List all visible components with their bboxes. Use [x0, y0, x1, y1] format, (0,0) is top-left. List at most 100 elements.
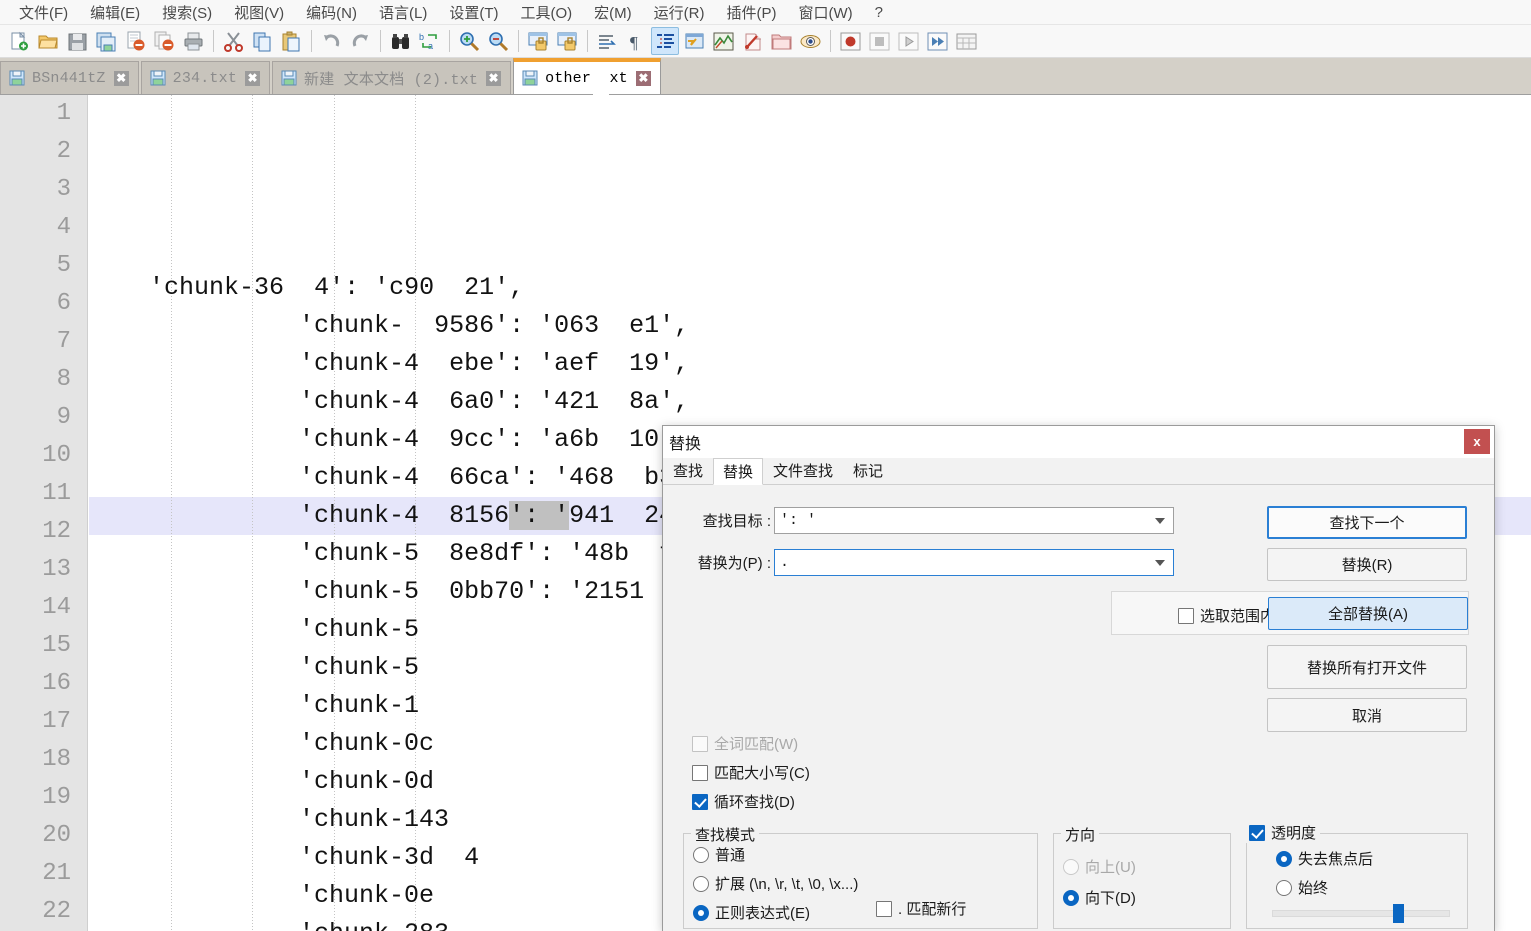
replace-with-input[interactable]: . — [774, 549, 1174, 576]
menu-language[interactable]: 语言(L) — [368, 0, 438, 25]
dialog-tab-replace[interactable]: 替换 — [713, 458, 764, 485]
dialog-tab-find[interactable]: 查找 — [663, 457, 713, 484]
user-define-dialog-icon[interactable] — [680, 27, 708, 55]
chevron-down-icon[interactable] — [1155, 517, 1165, 524]
checkbox-in-selection[interactable]: 选取范围内 — [1178, 605, 1275, 626]
macro-play-icon[interactable] — [894, 27, 922, 55]
word-wrap-icon[interactable] — [593, 27, 621, 55]
zoom-out-icon[interactable] — [484, 27, 512, 55]
replace-all-open-files-button[interactable]: 替换所有打开文件 — [1267, 645, 1467, 689]
save-icon[interactable] — [63, 27, 91, 55]
code-line[interactable]: 'chunk-36 4': 'c90 21', — [89, 269, 1531, 307]
tab-label: BSn441tZ — [32, 69, 106, 87]
cancel-button[interactable]: 取消 — [1267, 698, 1467, 732]
save-disk-icon — [522, 70, 538, 86]
radio-dot — [1063, 858, 1079, 875]
menu-window[interactable]: 窗口(W) — [787, 0, 863, 25]
macro-record-icon[interactable] — [836, 27, 864, 55]
find-next-button[interactable]: 查找下一个 — [1267, 506, 1467, 539]
checkbox-box — [692, 735, 708, 752]
tab-234-txt[interactable]: 234.txt ✖ — [140, 61, 271, 94]
tab-close-icon[interactable]: ✖ — [113, 70, 129, 86]
menu-encoding[interactable]: 编码(N) — [295, 0, 368, 25]
code-line-text: 'chunk-4 8156': '941 24c', — [89, 501, 719, 530]
open-folder-icon[interactable] — [34, 27, 62, 55]
dialog-close-button[interactable]: x — [1464, 429, 1490, 454]
slider-thumb[interactable] — [1392, 904, 1404, 923]
line-number: 20 — [42, 822, 71, 849]
radio-label: 失去焦点后 — [1298, 851, 1374, 868]
show-all-chars-icon[interactable]: ¶ — [622, 27, 650, 55]
menu-macro[interactable]: 宏(M) — [583, 0, 643, 25]
close-all-icon[interactable] — [150, 27, 178, 55]
radio-transparency-always[interactable]: 始终 — [1276, 877, 1373, 898]
save-all-icon[interactable] — [92, 27, 120, 55]
replace-all-button[interactable]: 全部替换(A) — [1268, 597, 1468, 630]
menu-view[interactable]: 视图(V) — [223, 0, 295, 25]
dialog-tab-find-in-files[interactable]: 文件查找 — [763, 457, 843, 484]
menu-file[interactable]: 文件(F) — [8, 0, 79, 25]
radio-direction-down[interactable]: 向下(D) — [1063, 887, 1136, 908]
code-line[interactable]: 'chunk-4 ebe': 'aef 19', — [89, 345, 1531, 383]
menu-bar: 文件(F) 编辑(E) 搜索(S) 视图(V) 编码(N) 语言(L) 设置(T) 工具(O)… — [0, 0, 1531, 25]
radio-regex[interactable]: 正则表达式(E) — [693, 902, 858, 923]
checkbox-transparency[interactable]: 透明度 — [1245, 822, 1321, 843]
paste-icon[interactable] — [277, 27, 305, 55]
new-file-icon[interactable] — [5, 27, 33, 55]
tab-close-icon[interactable]: ✖ — [486, 70, 502, 86]
find-binoculars-icon[interactable] — [386, 27, 414, 55]
function-list-icon[interactable] — [738, 27, 766, 55]
checkbox-dot-matches-newline[interactable]: . 匹配新行 — [876, 898, 966, 919]
zoom-in-icon[interactable] — [455, 27, 483, 55]
toolbar: ba ¶ — [0, 25, 1531, 58]
cut-scissors-icon[interactable] — [219, 27, 247, 55]
code-line[interactable]: 'chunk- 9586': '063 e1', — [89, 307, 1531, 345]
transparency-slider[interactable] — [1272, 904, 1450, 923]
close-file-icon[interactable] — [121, 27, 149, 55]
tab-close-icon[interactable]: ✖ — [635, 70, 651, 86]
menu-plugins[interactable]: 插件(P) — [715, 0, 787, 25]
line-number: 18 — [42, 746, 71, 773]
print-icon[interactable] — [179, 27, 207, 55]
code-line[interactable]: 'chunk-4 6a0': '421 8a', — [89, 383, 1531, 421]
tab-bsn441tz[interactable]: BSn441tZ ✖ — [0, 61, 139, 94]
sync-horizontal-icon[interactable] — [553, 27, 581, 55]
macro-save-icon[interactable] — [952, 27, 980, 55]
tab-other-txt[interactable]: other.txt ✖ — [513, 58, 661, 94]
tab-label: other.txt — [545, 69, 628, 87]
menu-search[interactable]: 搜索(S) — [151, 0, 223, 25]
undo-icon[interactable] — [317, 27, 345, 55]
radio-transparency-on-lose-focus[interactable]: 失去焦点后 — [1276, 848, 1373, 869]
folder-as-workspace-icon[interactable] — [767, 27, 795, 55]
line-number: 12 — [42, 518, 71, 545]
menu-tools[interactable]: 工具(O) — [509, 0, 583, 25]
menu-help[interactable]: ? — [864, 2, 894, 23]
redo-icon[interactable] — [346, 27, 374, 55]
replace-button[interactable]: 替换(R) — [1267, 548, 1467, 581]
svg-text:¶: ¶ — [630, 33, 638, 52]
tab-close-icon[interactable]: ✖ — [245, 70, 261, 86]
radio-extended[interactable]: 扩展 (\n, \r, \t, \0, \x...) — [693, 873, 858, 894]
find-what-input[interactable]: ': ' — [774, 507, 1174, 534]
copy-icon[interactable] — [248, 27, 276, 55]
macro-stop-icon[interactable] — [865, 27, 893, 55]
in-selection-panel: 选取范围内 全部替换(A) — [1111, 591, 1469, 635]
radio-normal[interactable]: 普通 — [693, 844, 858, 865]
checkbox-wrap-around[interactable]: 循环查找(D) — [692, 791, 810, 812]
macro-play-multiple-icon[interactable] — [923, 27, 951, 55]
document-map-icon[interactable] — [709, 27, 737, 55]
monitoring-eye-icon[interactable] — [796, 27, 824, 55]
checkbox-match-case[interactable]: 匹配大小写(C) — [692, 762, 810, 783]
sync-vertical-icon[interactable] — [524, 27, 552, 55]
replace-icon[interactable]: ba — [415, 27, 443, 55]
line-number: 17 — [42, 708, 71, 735]
dialog-tab-mark[interactable]: 标记 — [843, 457, 893, 484]
chevron-down-icon[interactable] — [1155, 559, 1165, 566]
tab-new-text-doc-2[interactable]: 新建 文本文档 (2).txt ✖ — [272, 61, 512, 94]
checkbox-label: . 匹配新行 — [898, 901, 967, 918]
menu-edit[interactable]: 编辑(E) — [79, 0, 151, 25]
menu-settings[interactable]: 设置(T) — [438, 0, 509, 25]
replace-dialog[interactable]: 替换 x 查找 替换 文件查找 标记 查找目标 : ': ' 查找下一个 替换为(P)… — [662, 425, 1495, 931]
indent-guide-icon[interactable] — [651, 27, 679, 55]
menu-run[interactable]: 运行(R) — [643, 0, 716, 25]
